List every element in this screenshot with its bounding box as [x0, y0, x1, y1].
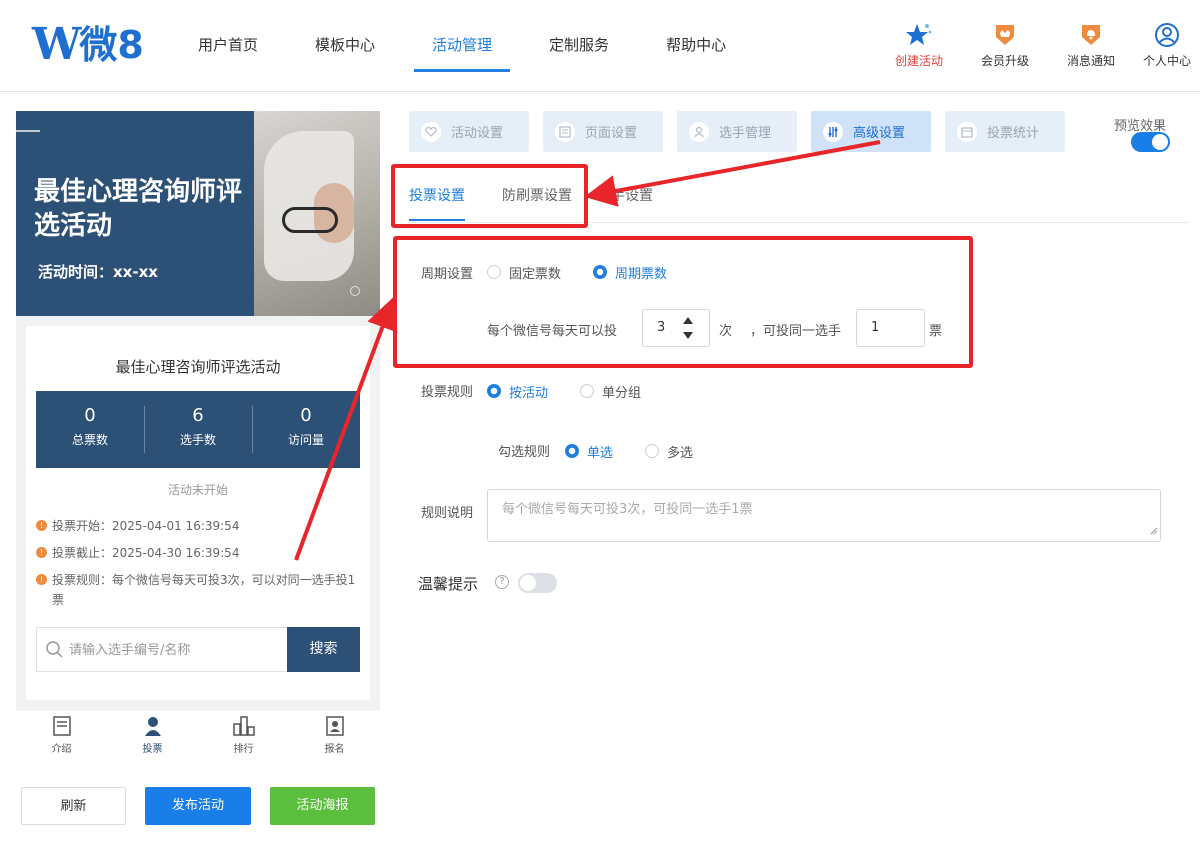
- nav-item-templates[interactable]: 模板中心: [297, 0, 393, 92]
- question-icon[interactable]: ?: [495, 575, 509, 589]
- activity-card: 最佳心理咨询师评选活动 0 总票数 6 选手数 0 访问量 活动未开始 ! 投票…: [26, 326, 370, 700]
- logo[interactable]: W 微8: [32, 22, 144, 68]
- step-contestant-management[interactable]: 选手管理: [677, 111, 797, 152]
- activity-status: 活动未开始: [167, 483, 228, 497]
- step-vote-statistics[interactable]: 投票统计: [945, 111, 1065, 152]
- step-activity-settings-label: 活动设置: [451, 126, 504, 141]
- annotation-box-subtabs: [391, 164, 588, 228]
- nav-item-help[interactable]: 帮助中心: [648, 0, 744, 92]
- main-menu: 用户首页 模板中心 活动管理 定制服务 帮助中心: [180, 0, 765, 92]
- annotation-box-period: [393, 236, 973, 368]
- stat-total-votes: 0 总票数: [71, 405, 108, 447]
- tab-other-settings[interactable]: 手设置: [611, 185, 653, 205]
- banner-time: 活动时间：xx-xx: [38, 263, 158, 281]
- warm-tip-label: 温馨提示: [418, 575, 479, 593]
- member-upgrade-label: 会员升级: [980, 54, 1029, 68]
- logo-letter: W: [32, 19, 81, 70]
- tab-rank[interactable]: 排行: [198, 711, 289, 759]
- top-navigation: W 微8 用户首页 模板中心 活动管理 定制服务 帮助中心 创建活动 会员升级 …: [0, 0, 1200, 92]
- document-icon: [16, 715, 107, 737]
- stats-bar: 0 总票数 6 选手数 0 访问量: [36, 391, 360, 468]
- warm-tip-switch[interactable]: [518, 573, 557, 593]
- tab-signup-label: 报名: [324, 744, 345, 755]
- tab-intro-label: 介绍: [51, 744, 72, 755]
- step-page-settings[interactable]: 页面设置: [543, 111, 663, 152]
- activity-banner: 最佳心理咨询师评选活动 活动时间：xx-xx: [16, 111, 380, 316]
- refresh-button[interactable]: 刷新: [21, 787, 126, 825]
- step-advanced-settings-label: 高级设置: [853, 126, 906, 141]
- preview-actions: 刷新 发布活动 活动海报: [21, 787, 394, 825]
- stat-contestants: 6 选手数: [144, 391, 252, 468]
- vote-rule-label: 投票规则: [421, 385, 474, 400]
- rule-description-textarea[interactable]: 每个微信号每天可投3次，可投同一选手1票: [487, 489, 1161, 542]
- clock-icon: !: [36, 547, 47, 558]
- create-activity-button[interactable]: 创建活动: [876, 22, 962, 69]
- preview-tabbar: 介绍 投票 排行 报名: [16, 711, 380, 759]
- activity-poster-button[interactable]: 活动海报: [270, 787, 375, 825]
- stat-visits: 0 访问量: [252, 391, 360, 468]
- nav-item-activity-management[interactable]: 活动管理: [414, 0, 511, 92]
- search-input[interactable]: [69, 638, 279, 662]
- radio-single-group[interactable]: 单分组: [580, 382, 641, 401]
- page-icon: [555, 121, 575, 142]
- step-advanced-settings[interactable]: 高级设置: [811, 111, 931, 152]
- personal-center-button[interactable]: 个人中心: [1134, 22, 1200, 69]
- radio-by-activity[interactable]: 按活动: [487, 382, 548, 401]
- banner-photo: [254, 111, 380, 316]
- tab-vote[interactable]: 投票: [107, 711, 198, 759]
- notifications-label: 消息通知: [1066, 54, 1115, 68]
- preview-effect-toggle[interactable]: 预览效果: [1114, 115, 1170, 152]
- notifications-button[interactable]: 消息通知: [1048, 22, 1134, 69]
- person-icon: [107, 715, 198, 737]
- sliders-icon: [823, 121, 843, 142]
- alert-icon: !: [36, 574, 47, 585]
- heart-icon: [421, 121, 441, 142]
- info-vote-start: ! 投票开始：2025-04-01 16:39:54: [36, 516, 356, 536]
- create-activity-label: 创建活动: [894, 54, 943, 68]
- check-rule-label: 勾选规则: [498, 445, 551, 460]
- user-icon: [689, 121, 709, 142]
- radio-single-select[interactable]: 单选: [565, 442, 613, 461]
- card-title: 最佳心理咨询师评选活动: [115, 358, 281, 376]
- id-card-icon: [289, 715, 380, 737]
- info-vote-rule: ! 投票规则：每个微信号每天可投3次，可以对同一选手投1票: [36, 570, 360, 610]
- tab-vote-label: 投票: [142, 744, 163, 755]
- personal-center-label: 个人中心: [1142, 54, 1191, 68]
- step-vote-statistics-label: 投票统计: [987, 126, 1040, 141]
- preview-effect-switch[interactable]: [1131, 132, 1170, 152]
- tab-intro[interactable]: 介绍: [16, 711, 107, 759]
- step-activity-settings[interactable]: 活动设置: [409, 111, 529, 152]
- search-icon: [45, 640, 63, 662]
- mobile-preview: 最佳心理咨询师评选活动 活动时间：xx-xx 最佳心理咨询师评选活动 0 总票数…: [16, 111, 380, 711]
- bell-badge-icon: [1048, 22, 1134, 48]
- banner-title: 最佳心理咨询师评选活动: [34, 177, 243, 241]
- nav-item-home[interactable]: 用户首页: [180, 0, 276, 92]
- info-vote-end: ! 投票截止：2025-04-30 16:39:54: [36, 543, 356, 563]
- rule-description-label: 规则说明: [421, 506, 474, 521]
- step-contestant-management-label: 选手管理: [719, 126, 772, 141]
- logo-text: 微8: [79, 23, 144, 67]
- tab-rank-label: 排行: [233, 744, 254, 755]
- settings-steps: 活动设置 页面设置 选手管理 高级设置 投票统计: [409, 111, 1079, 152]
- clock-icon: !: [36, 520, 47, 531]
- banner-dot: [350, 286, 360, 296]
- search-button[interactable]: 搜索: [287, 627, 360, 672]
- publish-activity-button[interactable]: 发布活动: [145, 787, 251, 825]
- contestant-search: 搜索: [36, 627, 360, 672]
- step-page-settings-label: 页面设置: [585, 126, 638, 141]
- user-circle-icon: [1134, 22, 1200, 48]
- calendar-icon: [957, 121, 977, 142]
- radio-multi-select[interactable]: 多选: [645, 442, 693, 461]
- member-upgrade-button[interactable]: 会员升级: [962, 22, 1048, 69]
- crown-badge-icon: [962, 22, 1048, 48]
- rank-bars-icon: [198, 715, 289, 737]
- star-icon: [876, 22, 962, 48]
- resize-grip-icon[interactable]: [1150, 524, 1158, 539]
- rule-description-placeholder: 每个微信号每天可投3次，可投同一选手1票: [502, 502, 753, 517]
- nav-shortcuts: 创建活动 会员升级 消息通知 个人中心: [876, 22, 1200, 69]
- nav-item-custom-service[interactable]: 定制服务: [531, 0, 627, 92]
- tab-signup[interactable]: 报名: [289, 711, 380, 759]
